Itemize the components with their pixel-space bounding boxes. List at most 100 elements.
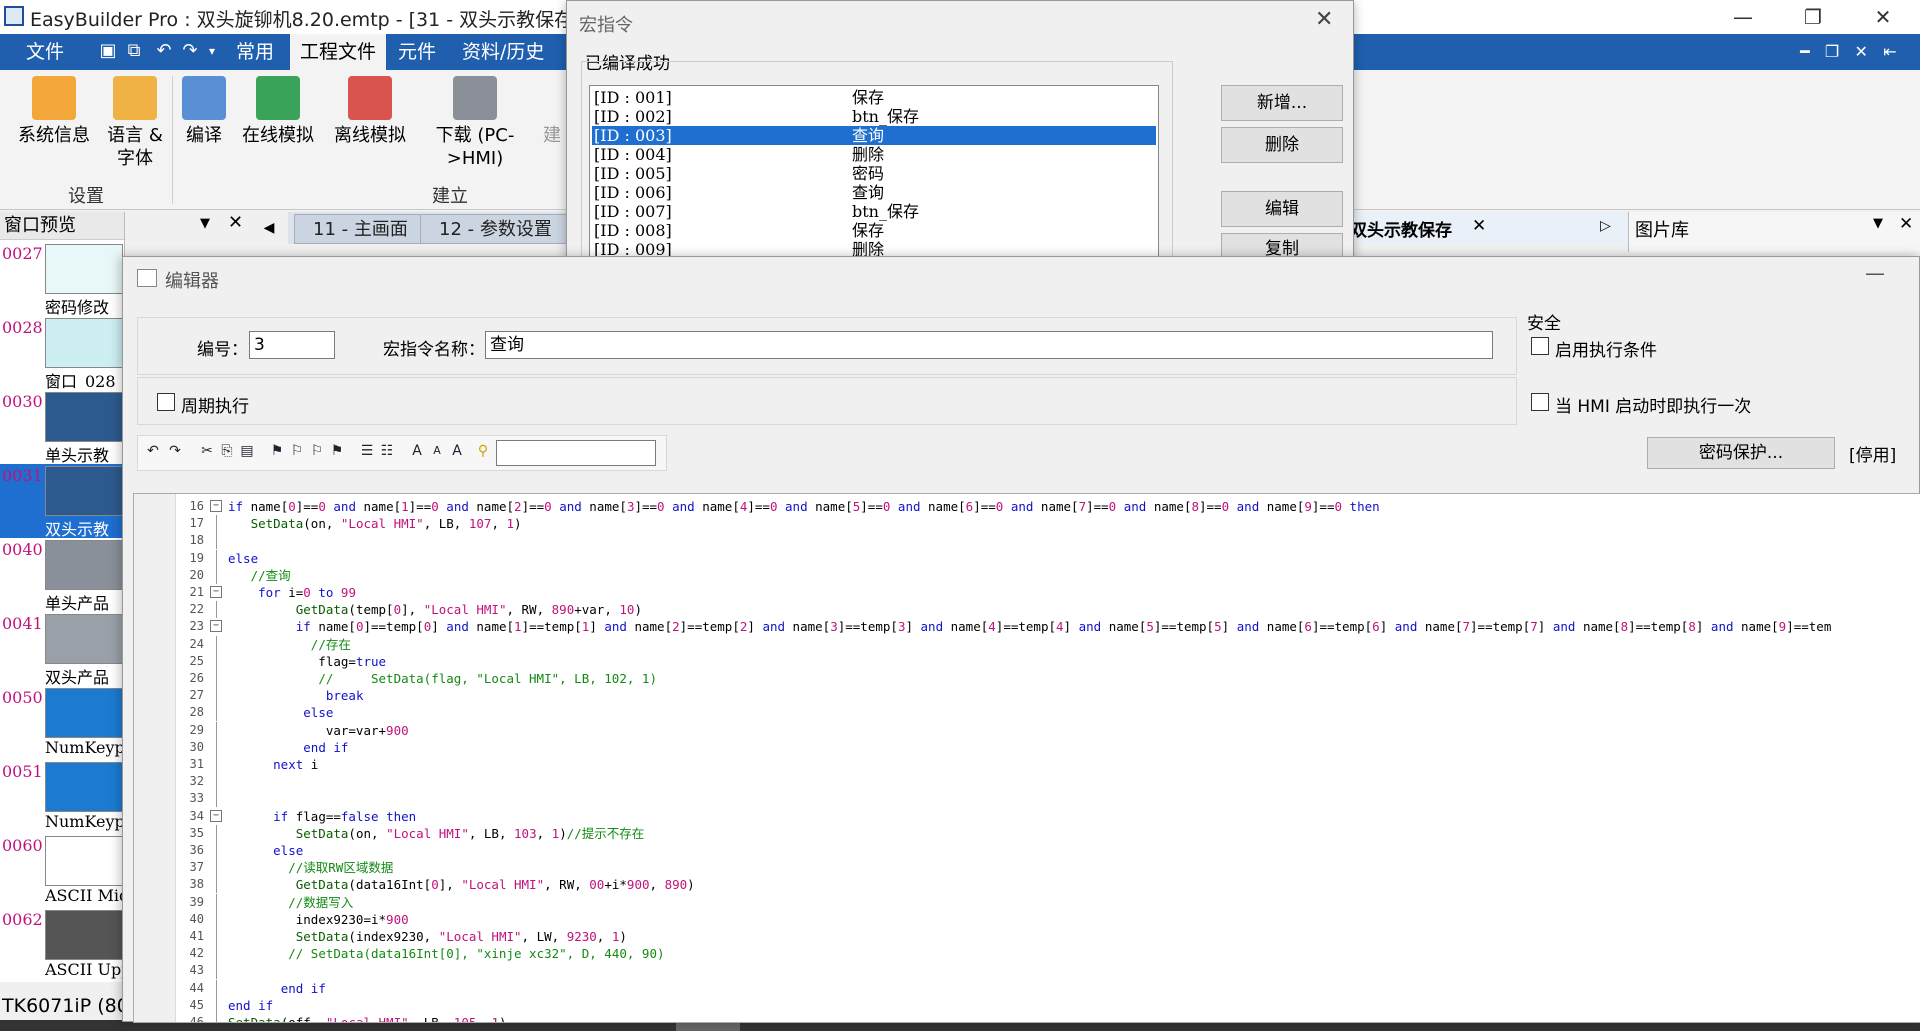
fold-toggle-icon[interactable]: − <box>210 809 222 822</box>
macro-list[interactable]: [ID : 001] 保存 [ID : 002] btn_保存 [ID : 003] 查询… <box>589 85 1159 259</box>
code-line[interactable]: 32 <box>134 773 1920 791</box>
tab-project[interactable]: 工程文件 <box>290 34 387 70</box>
edit-macro-button[interactable]: 编辑 <box>1221 191 1343 227</box>
code-line[interactable]: 45 end if <box>134 996 1920 1014</box>
window-thumbnail[interactable]: 0051 NumKeypa <box>0 760 124 834</box>
macro-list-item[interactable]: [ID : 002] btn_保存 <box>592 107 1156 126</box>
macro-list-item[interactable]: [ID : 004] 删除 <box>592 145 1156 164</box>
fold-toggle-icon[interactable]: − <box>210 586 222 598</box>
download-button[interactable]: 下载 (PC->HMI) <box>430 76 520 186</box>
code-line[interactable]: 26 // SetData(flag, "Local HMI", LB, 102… <box>134 670 1920 687</box>
code-line[interactable]: 17 SetData(on, "Local HMI", LB, 107, 1) <box>134 515 1920 533</box>
fold-toggle-icon[interactable]: − <box>210 500 222 512</box>
window-thumbnail[interactable]: 0040 单头产品 <box>0 538 124 612</box>
minimize-button[interactable]: — <box>1720 2 1766 32</box>
redo-icon[interactable]: ↷ <box>180 41 200 61</box>
mdi-controls[interactable]: ━ ❐ ✕ ⇤ <box>1800 42 1897 61</box>
redo-icon[interactable]: ↷ <box>166 442 184 460</box>
preview-panel-close-icon[interactable]: ✕ <box>228 212 243 233</box>
run-once-checkbox[interactable] <box>1531 393 1549 411</box>
close-tab-icon[interactable]: ✕ <box>1472 216 1486 236</box>
add-macro-button[interactable]: 新增... <box>1221 85 1343 121</box>
tabs-scroll-left-icon[interactable]: ◀ <box>254 212 284 244</box>
panel-dropdown-icon[interactable]: ▼ <box>1873 216 1883 231</box>
undo-icon[interactable]: ↶ <box>144 442 162 460</box>
save-icon[interactable]: ▣ <box>98 41 118 61</box>
code-line[interactable]: 35 SetData(on, "Local HMI", LB, 103, 1)/… <box>134 824 1920 842</box>
font-larger-icon[interactable]: A <box>408 442 426 460</box>
tab-file[interactable]: 文件 <box>18 34 72 70</box>
code-line[interactable]: 28 else <box>134 704 1920 722</box>
window-thumbnail[interactable]: 0060 ASCII Midd <box>0 834 124 908</box>
code-line[interactable]: 27 break <box>134 687 1920 705</box>
code-line[interactable]: 36 else <box>134 842 1920 859</box>
bookmark-next-icon[interactable]: ⚐ <box>288 442 306 460</box>
macro-name-input[interactable]: 查询 <box>485 331 1493 359</box>
undo-icon[interactable]: ↶ <box>154 41 174 61</box>
editor-minimize-button[interactable]: — <box>1865 261 1885 285</box>
code-line[interactable]: 38 GetData(data16Int[0], "Local HMI", RW… <box>134 876 1920 894</box>
code-line[interactable]: 34− if flag==false then <box>134 808 1920 825</box>
close-button[interactable]: ✕ <box>1860 2 1906 32</box>
code-line[interactable]: 19 else <box>134 549 1920 567</box>
tab-objects[interactable]: 元件 <box>390 34 444 70</box>
font-smaller-icon[interactable]: A <box>428 442 446 460</box>
code-line[interactable]: 33 <box>134 790 1920 808</box>
tabs-scroll-right-icon[interactable]: ▷ <box>1600 218 1611 234</box>
paste-icon[interactable]: ▤ <box>238 442 256 460</box>
compile-button[interactable]: 编译 <box>178 76 230 186</box>
bookmark-toggle-icon[interactable]: ⚑ <box>268 442 286 460</box>
offline-sim-button[interactable]: 离线模拟 <box>330 76 410 186</box>
window-thumbnail[interactable]: 0041 双头产品 <box>0 612 124 686</box>
code-line[interactable]: 31 next i <box>134 756 1920 773</box>
build-button[interactable]: 建 <box>540 76 564 186</box>
code-line[interactable]: 42 // SetData(data16Int[0], "xinje xc32"… <box>134 945 1920 963</box>
code-line[interactable]: 44 end if <box>134 979 1920 997</box>
macro-list-item[interactable]: [ID : 006] 查询 <box>592 183 1156 202</box>
code-editor[interactable]: 16− if name[0]==0 and name[1]==0 and name… <box>133 493 1920 1023</box>
code-line[interactable]: 40 index9230=i*900 <box>134 910 1920 928</box>
copy-icon[interactable]: ⎘ <box>218 442 236 460</box>
window-thumbnail[interactable]: 0062 ASCII Uppe <box>0 908 124 982</box>
code-line[interactable]: 41 SetData(index9230, "Local HMI", LW, 9… <box>134 928 1920 945</box>
code-line[interactable]: 30 end if <box>134 738 1920 756</box>
code-line[interactable]: 29 var=var+900 <box>134 721 1920 739</box>
macro-list-item[interactable]: [ID : 005] 密码 <box>592 164 1156 183</box>
tab-common[interactable]: 常用 <box>228 34 282 70</box>
preview-panel-dropdown-icon[interactable]: ▼ <box>200 216 210 231</box>
restore-button[interactable]: ❐ <box>1790 2 1836 32</box>
password-protect-button[interactable]: 密码保护... <box>1647 437 1835 469</box>
code-line[interactable]: 39 //数据写入 <box>134 893 1920 911</box>
online-sim-button[interactable]: 在线模拟 <box>238 76 318 186</box>
window-thumbnail[interactable]: 0031 双头示教 <box>0 464 124 538</box>
macro-dialog-close-icon[interactable]: ✕ <box>1315 7 1333 32</box>
outdent-icon[interactable]: ☷ <box>378 442 396 460</box>
delete-macro-button[interactable]: 删除 <box>1221 127 1343 163</box>
code-line[interactable]: 18 <box>134 532 1920 550</box>
tab-param-settings[interactable]: 12 - 参数设置 <box>420 214 571 244</box>
language-font-button[interactable]: 语言 & 字体 <box>100 76 170 186</box>
find-icon[interactable]: ⚲ <box>474 442 492 460</box>
active-doc-tab[interactable]: 双头示教保存 ✕ ▷ <box>1350 212 1640 244</box>
code-line[interactable]: 20 //查询 <box>134 566 1920 584</box>
code-line[interactable]: 21− for i=0 to 99 <box>134 584 1920 601</box>
code-line[interactable]: 37 //读取RW区域数据 <box>134 859 1920 877</box>
save-all-icon[interactable]: ⧉ <box>124 41 144 61</box>
fold-toggle-icon[interactable]: − <box>210 620 222 633</box>
indent-icon[interactable]: ☰ <box>358 442 376 460</box>
window-thumbnail[interactable]: 0027 密码修改 <box>0 242 124 316</box>
font-default-icon[interactable]: A <box>448 442 466 460</box>
cut-icon[interactable]: ✂ <box>198 442 216 460</box>
macro-list-item[interactable]: [ID : 001] 保存 <box>592 88 1156 107</box>
code-line[interactable]: 25 flag=true <box>134 652 1920 670</box>
code-line[interactable]: 46 SetData(off, "Local HMI", LB, 105, 1) <box>134 1014 1920 1022</box>
code-line[interactable]: 24 //存在 <box>134 635 1920 653</box>
panel-close-icon[interactable]: ✕ <box>1899 214 1913 234</box>
code-line[interactable]: 16− if name[0]==0 and name[1]==0 and name… <box>134 498 1920 515</box>
periodic-checkbox[interactable] <box>157 393 175 411</box>
tab-data-history[interactable]: 资料/历史 <box>454 34 552 70</box>
enable-condition-checkbox[interactable] <box>1531 337 1549 355</box>
macro-list-item[interactable]: [ID : 003] 查询 <box>592 126 1156 145</box>
code-line[interactable]: 23− if name[0]==temp[0] and name[1]==tem… <box>134 618 1920 635</box>
macro-list-item[interactable]: [ID : 007] btn_保存 <box>592 202 1156 221</box>
